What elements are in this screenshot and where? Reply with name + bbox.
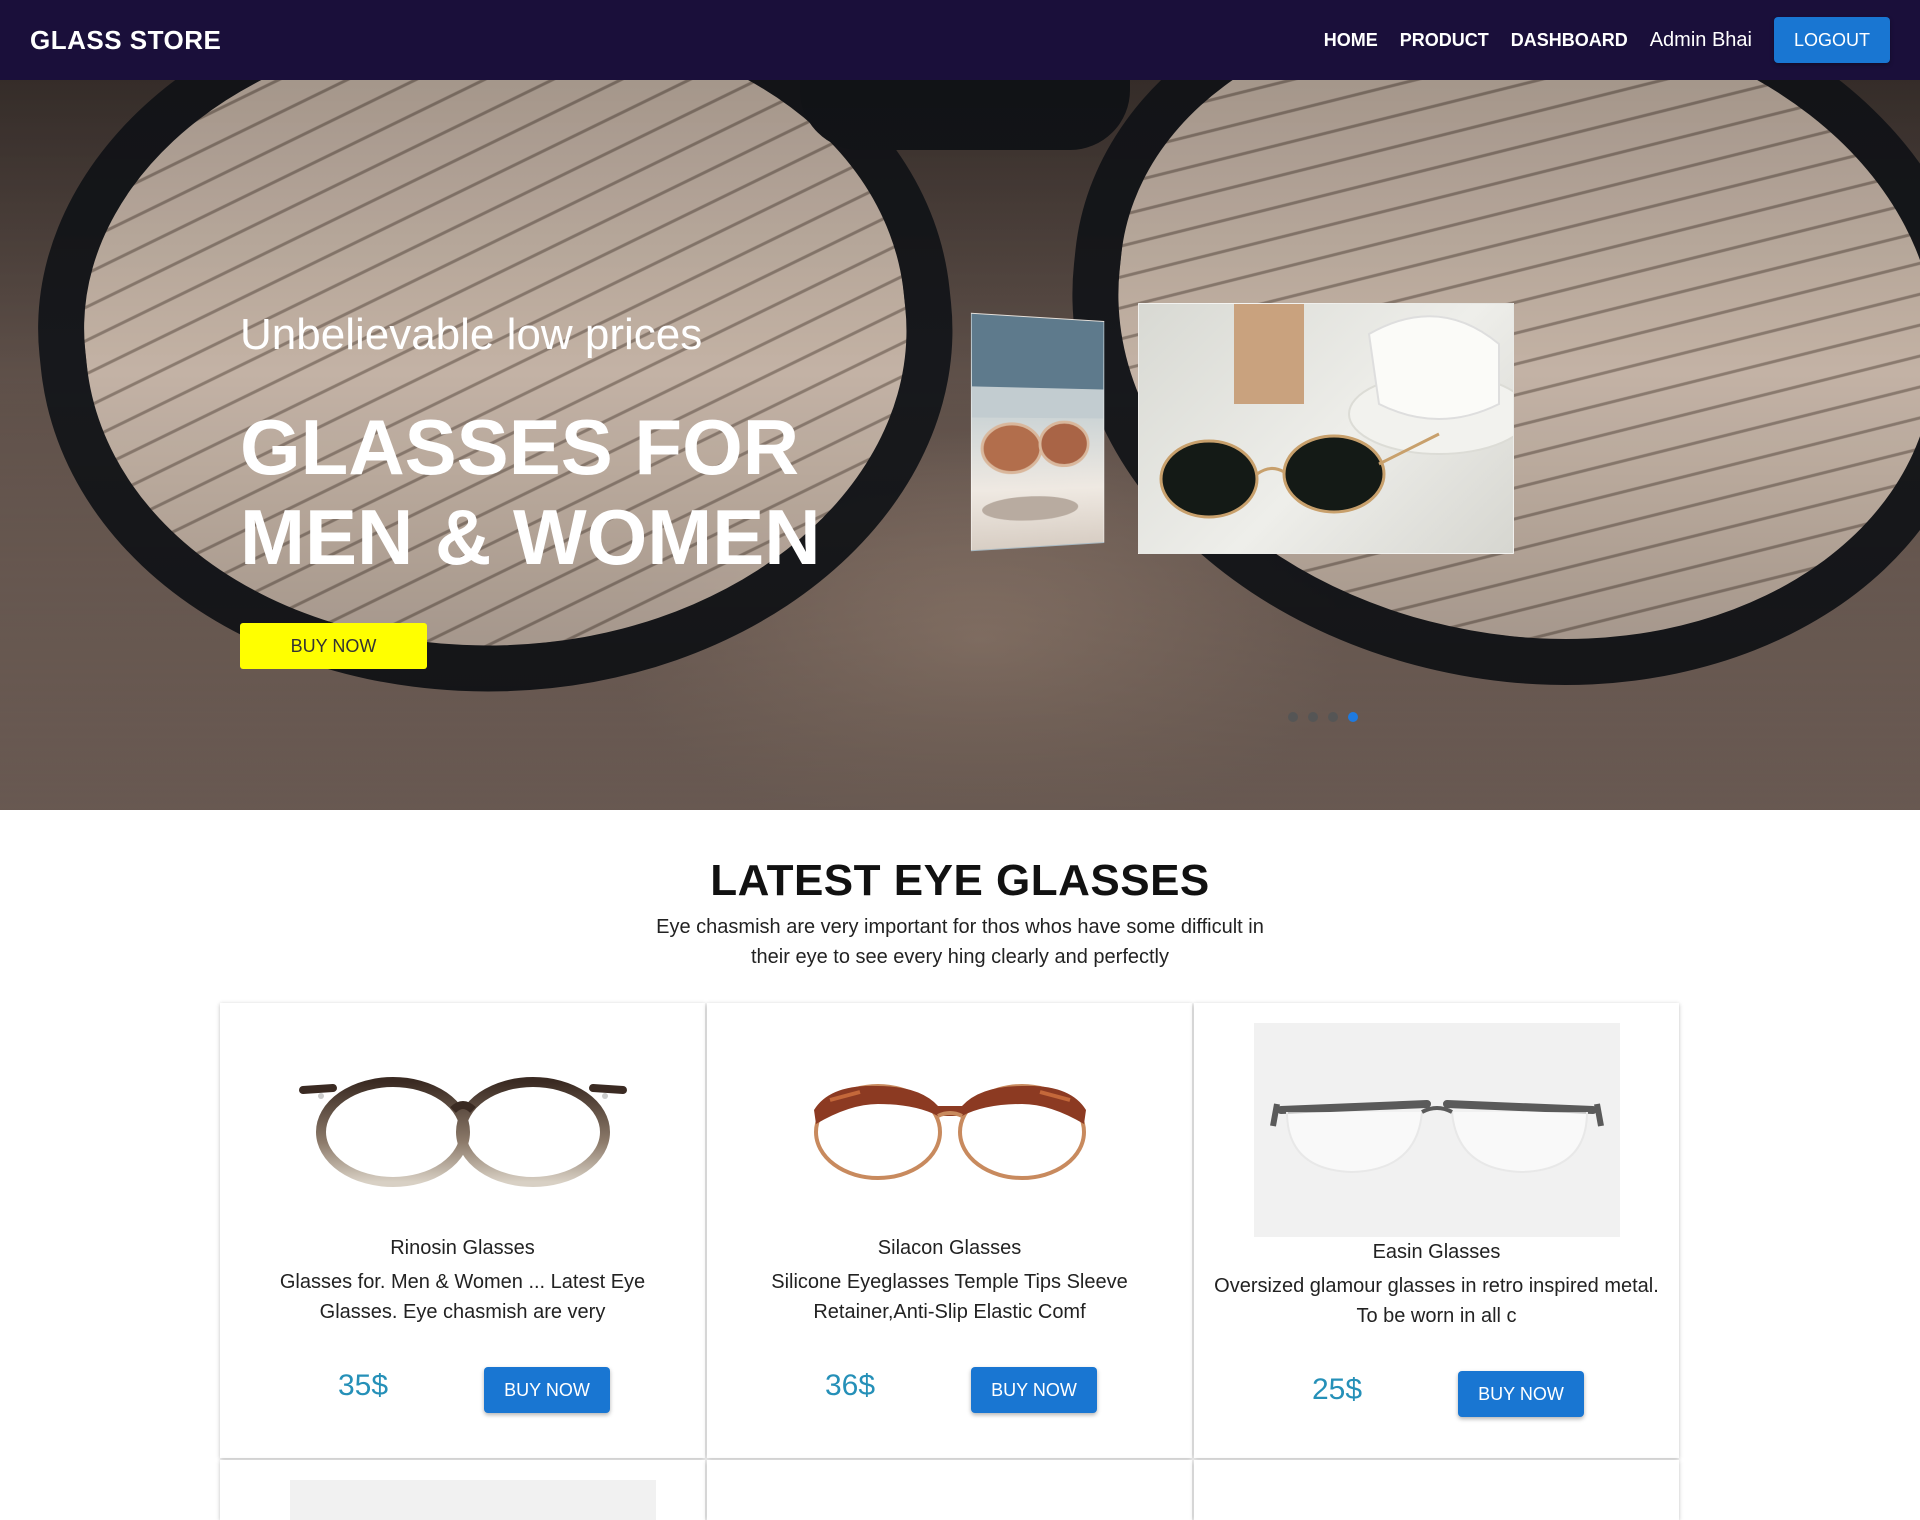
product-image-placeholder — [290, 1480, 656, 1520]
nav-links: HOME PRODUCT DASHBOARD Admin Bhai LOGOUT — [1324, 17, 1890, 63]
product-price: 25$ — [1312, 1373, 1362, 1407]
product-card — [1194, 1460, 1679, 1520]
product-description: Silicone Eyeglasses Temple Tips Sleeve R… — [727, 1267, 1172, 1327]
product-price: 36$ — [825, 1369, 875, 1403]
hero-tagline: Unbelievable low prices — [240, 310, 702, 360]
nav-product-link[interactable]: PRODUCT — [1400, 30, 1489, 51]
carousel-dot-1[interactable] — [1288, 712, 1298, 722]
brand-logo[interactable]: GLASS STORE — [30, 25, 221, 56]
browline-glasses-icon — [767, 1023, 1133, 1237]
product-price: 35$ — [338, 1369, 388, 1403]
round-tortoise-glasses-icon — [280, 1023, 646, 1237]
top-navbar: GLASS STORE HOME PRODUCT DASHBOARD Admin… — [0, 0, 1920, 80]
nav-home-link[interactable]: HOME — [1324, 30, 1378, 51]
hero-buy-now-button[interactable]: BUY NOW — [240, 623, 427, 669]
product-card: Rinosin Glasses Glasses for. Men & Women… — [220, 1003, 705, 1458]
carousel-dot-3[interactable] — [1328, 712, 1338, 722]
section-title: LATEST EYE GLASSES — [0, 856, 1920, 906]
hero-title: GLASSES FOR MEN & WOMEN — [240, 402, 860, 582]
buy-now-button[interactable]: BUY NOW — [484, 1367, 610, 1413]
buy-now-button[interactable]: BUY NOW — [971, 1367, 1097, 1413]
hero-photo-beach-sunglasses — [971, 313, 1104, 552]
product-name: Silacon Glasses — [707, 1237, 1192, 1260]
nav-dashboard-link[interactable]: DASHBOARD — [1511, 30, 1628, 51]
product-card — [707, 1460, 1192, 1520]
product-description: Oversized glamour glasses in retro inspi… — [1214, 1271, 1659, 1331]
product-name: Rinosin Glasses — [220, 1237, 705, 1260]
logout-button[interactable]: LOGOUT — [1774, 17, 1890, 63]
carousel-dot-4[interactable] — [1348, 712, 1358, 722]
product-name: Easin Glasses — [1194, 1241, 1679, 1264]
current-user-name: Admin Bhai — [1650, 29, 1752, 52]
hero-carousel: Unbelievable low prices GLASSES FOR MEN … — [0, 80, 1920, 810]
section-subtitle: Eye chasmish are very important for thos… — [640, 912, 1280, 972]
product-card: Silacon Glasses Silicone Eyeglasses Temp… — [707, 1003, 1192, 1458]
hero-photo-sunglasses-cup — [1138, 303, 1514, 554]
product-description: Glasses for. Men & Women ... Latest Eye … — [240, 1267, 685, 1327]
carousel-dot-2[interactable] — [1308, 712, 1318, 722]
product-card: Easin Glasses Oversized glamour glasses … — [1194, 1003, 1679, 1458]
half-rim-glasses-icon — [1254, 1023, 1620, 1237]
product-card — [220, 1460, 705, 1520]
buy-now-button[interactable]: BUY NOW — [1458, 1371, 1584, 1417]
carousel-indicators — [1288, 712, 1358, 722]
